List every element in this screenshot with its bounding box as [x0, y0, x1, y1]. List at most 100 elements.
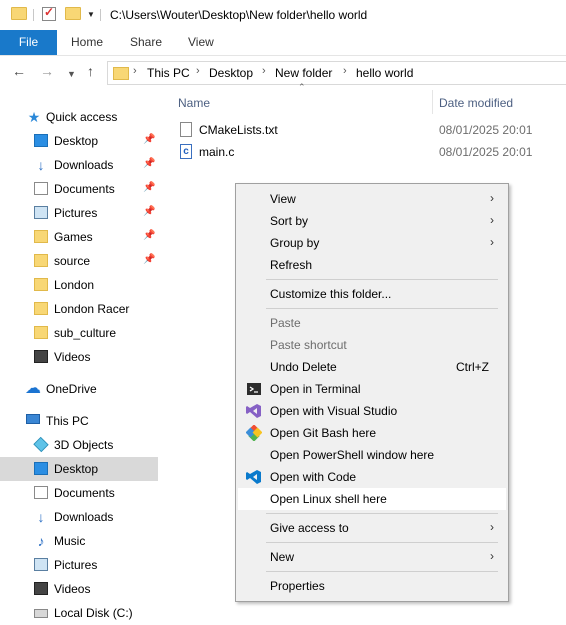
git-bash-icon [245, 424, 263, 442]
sidebar-item-label: London [54, 278, 95, 292]
menu-item-open-git-bash[interactable]: Open Git Bash here [238, 422, 506, 444]
tab-share[interactable]: Share [130, 30, 162, 55]
pin-icon: 📌 [143, 182, 156, 193]
computer-icon [26, 414, 40, 424]
sidebar-item-desktop[interactable]: Desktop 📌 [0, 129, 158, 153]
pin-icon: 📌 [143, 254, 156, 265]
menu-item-new[interactable]: New › [238, 546, 506, 568]
pictures-icon [34, 206, 48, 219]
menu-item-group-by[interactable]: Group by › [238, 232, 506, 254]
chevron-right-icon: › [490, 213, 494, 227]
sidebar-item-pc-downloads[interactable]: ↓ Downloads [0, 505, 158, 529]
cloud-icon: ☁ [25, 380, 41, 397]
downloads-icon: ↓ [37, 157, 45, 173]
menu-item-label: Paste shortcut [270, 338, 347, 352]
folder-icon [113, 67, 129, 80]
breadcrumb-this-pc[interactable]: This PC [147, 66, 190, 80]
3d-objects-icon [33, 436, 49, 453]
folder-icon [11, 7, 27, 20]
tab-view[interactable]: View [188, 30, 214, 55]
sidebar-item-onedrive[interactable]: ☁ OneDrive [0, 377, 158, 401]
chevron-right-icon: › [490, 235, 494, 249]
sidebar-item-london[interactable]: London [0, 273, 158, 297]
menu-item-properties[interactable]: Properties [238, 575, 506, 597]
chevron-right-icon[interactable]: › [262, 65, 266, 77]
menu-item-open-linux-shell[interactable]: Open Linux shell here [238, 488, 506, 510]
menu-item-open-powershell[interactable]: Open PowerShell window here [238, 444, 506, 466]
menu-item-give-access-to[interactable]: Give access to › [238, 517, 506, 539]
menu-item-customize-folder[interactable]: Customize this folder... [238, 283, 506, 305]
chevron-right-icon[interactable]: › [133, 65, 137, 77]
downloads-icon: ↓ [37, 509, 45, 525]
sidebar-item-downloads[interactable]: ↓ Downloads 📌 [0, 153, 158, 177]
menu-item-label: Properties [270, 579, 325, 593]
up-arrow-icon[interactable]: ↑ [87, 64, 94, 78]
sidebar-item-pictures[interactable]: Pictures 📌 [0, 201, 158, 225]
tab-file[interactable]: File [0, 30, 57, 55]
recent-locations-icon[interactable]: ▼ [67, 67, 76, 81]
menu-item-label: Give access to [270, 521, 349, 535]
menu-item-label: Open Linux shell here [270, 492, 387, 506]
menu-item-label: New [270, 550, 295, 564]
menu-item-label: Paste [270, 316, 301, 330]
sidebar-item-label: 3D Objects [54, 438, 114, 452]
chevron-right-icon[interactable]: › [196, 65, 200, 77]
file-row[interactable]: CMakeLists.txt 08/01/2025 20:01 [176, 119, 566, 141]
sidebar-item-videos[interactable]: Videos [0, 345, 158, 369]
file-date: 08/01/2025 20:01 [439, 123, 533, 137]
breadcrumb-new-folder[interactable]: New folder [275, 66, 332, 80]
sidebar-item-this-pc[interactable]: This PC [0, 409, 158, 433]
menu-item-open-in-terminal[interactable]: Open in Terminal [238, 378, 506, 400]
new-folder-icon[interactable] [65, 7, 81, 20]
sidebar-item-3d-objects[interactable]: 3D Objects [0, 433, 158, 457]
menu-item-sort-by[interactable]: Sort by › [238, 210, 506, 232]
forward-arrow-icon[interactable]: → [40, 64, 54, 78]
pin-icon: 📌 [143, 134, 156, 145]
sidebar-item-label: Pictures [54, 206, 98, 220]
back-arrow-icon[interactable]: ← [12, 64, 26, 78]
menu-item-open-with-visual-studio[interactable]: Open with Visual Studio [238, 400, 506, 422]
column-header-date-modified[interactable]: Date modified [439, 96, 513, 110]
sidebar-item-label: This PC [46, 414, 89, 428]
sidebar-item-documents[interactable]: Documents 📌 [0, 177, 158, 201]
sidebar-item-pc-desktop[interactable]: Desktop [0, 457, 158, 481]
toolbar-divider [33, 9, 34, 21]
menu-item-refresh[interactable]: Refresh [238, 254, 506, 276]
breadcrumb-hello-world[interactable]: hello world [356, 66, 413, 80]
address-bar[interactable]: › This PC › Desktop › New folder › hello… [107, 61, 566, 85]
chevron-right-icon[interactable]: › [343, 65, 347, 77]
menu-separator [266, 308, 498, 309]
pin-icon: 📌 [143, 230, 156, 241]
customize-toolbar-icon[interactable]: ▼ [87, 10, 95, 19]
column-header-name[interactable]: Name [178, 96, 210, 110]
chevron-right-icon: › [490, 520, 494, 534]
menu-item-open-with-code[interactable]: Open with Code [238, 466, 506, 488]
file-name: CMakeLists.txt [199, 123, 278, 137]
menu-item-undo-delete[interactable]: Undo Delete Ctrl+Z [238, 356, 506, 378]
menu-item-paste: Paste [238, 312, 506, 334]
sidebar-item-pc-pictures[interactable]: Pictures [0, 553, 158, 577]
sidebar-item-label: Desktop [54, 134, 99, 148]
menu-separator [266, 571, 498, 572]
file-row[interactable]: c main.c 08/01/2025 20:01 [176, 141, 566, 163]
sidebar-item-local-disk[interactable]: Local Disk (C:) [0, 601, 158, 625]
sidebar-item-label: source [54, 254, 91, 268]
properties-icon[interactable] [42, 5, 56, 21]
local-disk-icon [34, 609, 48, 618]
sidebar-item-sub-culture[interactable]: sub_culture [0, 321, 158, 345]
sidebar-item-pc-documents[interactable]: Documents [0, 481, 158, 505]
context-menu: View › Sort by › Group by › Refresh Cust… [235, 183, 509, 602]
sidebar-item-label: Downloads [54, 510, 114, 524]
column-divider[interactable] [432, 90, 433, 114]
quick-access[interactable]: ★ Quick access [0, 105, 158, 129]
folder-icon [34, 302, 48, 315]
sidebar-item-london-racer[interactable]: London Racer [0, 297, 158, 321]
breadcrumb-desktop[interactable]: Desktop [209, 66, 253, 80]
menu-item-view[interactable]: View › [238, 188, 506, 210]
tab-home[interactable]: Home [71, 30, 103, 55]
sidebar-item-pc-videos[interactable]: Videos [0, 577, 158, 601]
sidebar-item-games[interactable]: Games 📌 [0, 225, 158, 249]
music-icon: ♪ [37, 533, 45, 549]
sidebar-item-music[interactable]: ♪ Music [0, 529, 158, 553]
sidebar-item-source[interactable]: source 📌 [0, 249, 158, 273]
